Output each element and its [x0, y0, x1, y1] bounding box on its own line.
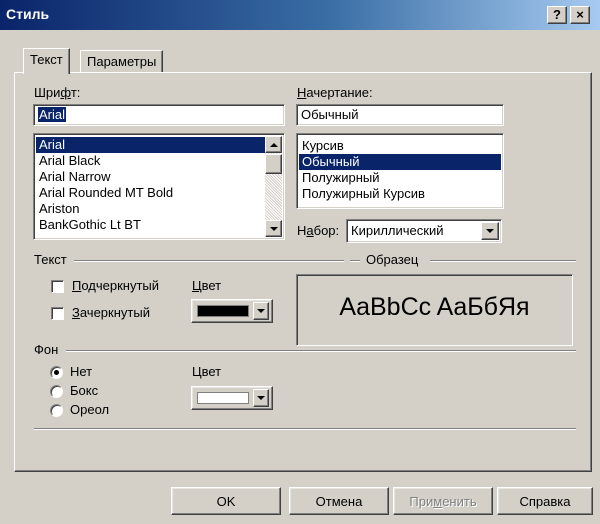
tab-text[interactable]: Текст — [23, 48, 70, 74]
sample-text: AaBbCc AaБбЯя — [339, 293, 530, 321]
font-listbox[interactable]: Arial Arial Black Arial Narrow Arial Rou… — [33, 133, 285, 240]
charset-label: Набор: — [297, 223, 340, 238]
background-group-bottom-line — [34, 428, 576, 430]
text-group-divider — [74, 260, 344, 262]
background-color-dropdown-button[interactable] — [253, 389, 269, 407]
chevron-down-icon — [486, 229, 494, 233]
style-input[interactable]: Обычный — [296, 104, 504, 126]
scroll-up-button[interactable] — [265, 136, 282, 153]
style-list-item[interactable]: Полужирный Курсив — [299, 186, 501, 202]
sample-group-divider-left — [350, 260, 360, 262]
background-group-title: Фон — [34, 342, 59, 357]
cancel-button[interactable]: Отмена — [289, 487, 389, 515]
font-label: Шрифт: — [34, 85, 81, 100]
style-listbox[interactable]: Курсив Обычный Полужирный Полужирный Кур… — [296, 133, 504, 209]
font-input[interactable]: Arial — [33, 104, 285, 126]
help-title-button[interactable]: ? — [547, 6, 567, 24]
text-color-picker[interactable] — [191, 299, 273, 323]
underline-checkbox[interactable] — [51, 280, 64, 293]
apply-button[interactable]: Применить — [393, 487, 493, 515]
background-halo-label: Ореол — [70, 402, 110, 417]
style-input-value: Обычный — [301, 107, 359, 122]
chevron-down-icon — [257, 396, 265, 400]
font-list-item[interactable]: Arial Black — [36, 153, 265, 169]
background-halo-radio[interactable] — [50, 404, 63, 417]
background-color-swatch — [197, 392, 249, 404]
ok-button-label: OK — [216, 493, 236, 509]
radio-dot-icon — [54, 370, 59, 375]
font-list-item[interactable]: Arial — [36, 137, 265, 153]
text-color-swatch — [197, 305, 249, 317]
cancel-button-label: Отмена — [315, 493, 363, 509]
style-label: Начертание: — [297, 85, 373, 100]
style-list-item[interactable]: Полужирный — [299, 170, 501, 186]
strikeout-label: Зачеркнутый — [72, 305, 150, 320]
background-color-label: Цвет — [192, 364, 222, 379]
apply-button-label: Применить — [409, 493, 477, 509]
arrow-down-icon — [269, 226, 278, 231]
help-button[interactable]: Справка — [497, 487, 593, 515]
charset-select[interactable]: Кириллический — [346, 219, 502, 243]
background-box-radio[interactable] — [50, 385, 63, 398]
tab-parameters[interactable]: Параметры — [80, 50, 164, 72]
help-button-label: Справка — [519, 493, 571, 509]
background-group-divider — [66, 350, 576, 352]
title-bar[interactable] — [0, 0, 600, 30]
background-none-label: Нет — [70, 364, 93, 379]
underline-label: Подчеркнутый — [72, 278, 160, 293]
style-list-item[interactable]: Обычный — [299, 154, 501, 170]
font-list-item[interactable]: BankGothic Lt BT — [36, 217, 265, 233]
font-list-item[interactable]: Arial Narrow — [36, 169, 265, 185]
ok-button[interactable]: OK — [171, 487, 281, 515]
chevron-down-icon — [257, 309, 265, 313]
text-color-label: Цвет — [192, 278, 222, 293]
strikeout-checkbox[interactable] — [51, 307, 64, 320]
text-color-dropdown-button[interactable] — [253, 302, 269, 320]
background-box-label: Бокс — [70, 383, 99, 398]
close-icon[interactable]: × — [570, 6, 590, 24]
style-list: Курсив Обычный Полужирный Полужирный Кур… — [299, 138, 501, 206]
sample-group-divider-right — [430, 260, 576, 262]
font-input-value: Arial — [38, 107, 67, 122]
scroll-down-button[interactable] — [265, 220, 282, 237]
style-list-item[interactable]: Курсив — [299, 138, 501, 154]
arrow-up-icon — [269, 142, 278, 147]
charset-dropdown-button[interactable] — [481, 222, 499, 240]
charset-value: Кириллический — [351, 223, 444, 238]
background-none-radio[interactable] — [50, 366, 63, 379]
sample-group-title: Образец — [366, 252, 419, 267]
sample-preview-box: AaBbCc AaБбЯя — [296, 274, 573, 346]
tab-parameters-label: Параметры — [87, 54, 157, 69]
font-list-item[interactable]: Ariston — [36, 201, 265, 217]
tab-text-label: Текст — [30, 52, 63, 67]
window-title: Стиль — [6, 6, 50, 22]
font-list-item[interactable]: Arial Rounded MT Bold — [36, 185, 265, 201]
scroll-thumb[interactable] — [265, 154, 282, 174]
background-color-picker[interactable] — [191, 386, 273, 410]
font-list: Arial Arial Black Arial Narrow Arial Rou… — [36, 137, 265, 238]
text-group-title: Текст — [34, 252, 67, 267]
